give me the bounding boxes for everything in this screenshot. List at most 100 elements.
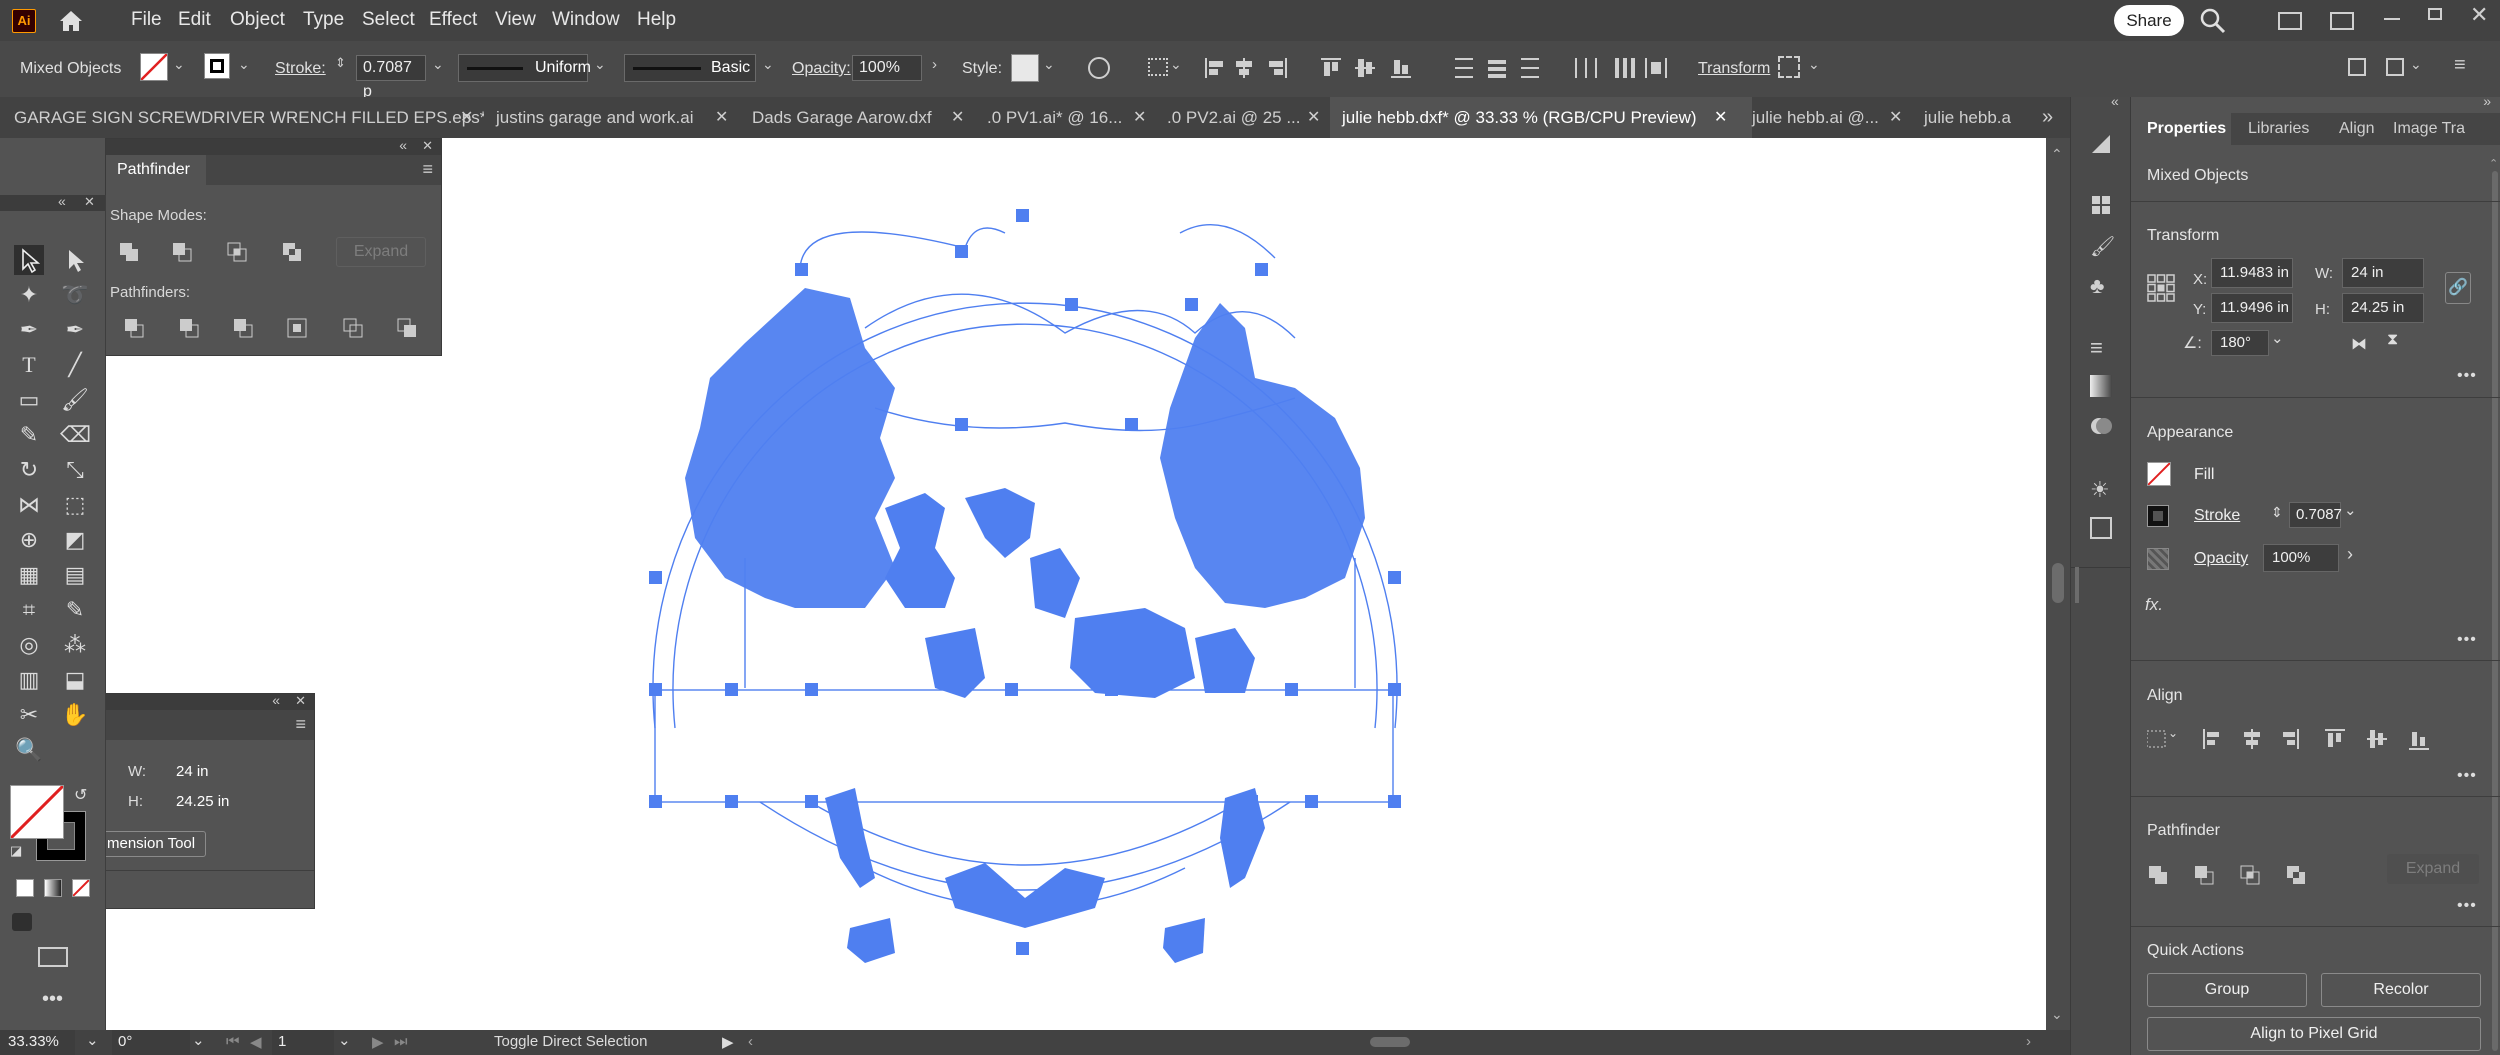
- chevron-down-icon[interactable]: ⌄: [2410, 57, 2422, 71]
- close-icon[interactable]: ✕: [295, 693, 306, 709]
- chevron-down-icon[interactable]: ⌄: [2271, 329, 2284, 347]
- scroll-thumb[interactable]: [1370, 1037, 1410, 1047]
- collapse-icon[interactable]: «: [2111, 93, 2119, 109]
- pathfinder-merge-button[interactable]: [232, 317, 254, 339]
- close-icon[interactable]: ✕: [2470, 2, 2488, 28]
- scroll-down-icon[interactable]: ⌄: [2051, 1006, 2063, 1023]
- menu-window[interactable]: Window: [552, 9, 620, 31]
- horizontal-scrollbar[interactable]: [770, 1035, 2025, 1049]
- first-artboard-icon[interactable]: ⏮: [226, 1033, 240, 1050]
- pathfinder-intersect-button[interactable]: [2239, 864, 2261, 886]
- scroll-up-icon[interactable]: ⌃: [2051, 146, 2063, 163]
- stroke-label[interactable]: Stroke: [2194, 507, 2240, 525]
- fx-label[interactable]: fx.: [2145, 595, 2163, 615]
- strip-scroll-thumb[interactable]: [2075, 567, 2079, 603]
- opacity-input[interactable]: 100%: [852, 55, 922, 81]
- pathfinder-minus-back-button[interactable]: [396, 317, 418, 339]
- stroke-swatch[interactable]: [204, 53, 230, 79]
- props-scrollbar[interactable]: ⌃: [2489, 157, 2499, 1051]
- expand-button[interactable]: Expand: [2387, 854, 2479, 884]
- minimize-icon[interactable]: [2384, 18, 2400, 20]
- y-input[interactable]: 11.9496 in: [2211, 293, 2293, 323]
- eyedropper-icon[interactable]: ✎: [60, 595, 90, 625]
- status-menu-icon[interactable]: ▶: [722, 1033, 734, 1051]
- chevron-right-icon[interactable]: ›: [932, 57, 937, 72]
- tab-image-trace[interactable]: Image Tra: [2393, 120, 2465, 138]
- pen-tool-icon[interactable]: ✒: [14, 315, 44, 345]
- graphic-style-swatch[interactable]: [1011, 54, 1039, 82]
- curvature-tool-icon[interactable]: ✒: [60, 315, 90, 345]
- tools-header[interactable]: « ✕: [0, 193, 105, 211]
- arrange-icon[interactable]: [2348, 58, 2366, 76]
- menu-help[interactable]: Help: [637, 9, 676, 31]
- panel-header[interactable]: « ✕: [106, 692, 314, 710]
- chevron-down-icon[interactable]: ⌄: [338, 1031, 351, 1049]
- h-input[interactable]: 24.25 in: [2342, 293, 2424, 323]
- more-options-icon[interactable]: •••: [2457, 897, 2477, 915]
- pathfinder-minus-front-button[interactable]: [2193, 864, 2215, 886]
- variable-width-profile[interactable]: Uniform: [458, 54, 591, 82]
- symbols-icon[interactable]: ♣: [2090, 273, 2112, 298]
- none-mode-button[interactable]: [72, 879, 90, 897]
- tab-document[interactable]: julie hebb.a: [1912, 97, 2024, 138]
- home-icon[interactable]: [56, 7, 86, 35]
- stroke-weight-input[interactable]: 0.7087 p: [356, 55, 426, 100]
- tab-document[interactable]: Dads Garage Aarow.dxf: [740, 97, 972, 138]
- chevron-right-icon[interactable]: ›: [2347, 544, 2353, 565]
- symbol-sprayer-icon[interactable]: ⁂: [60, 630, 90, 660]
- more-options-icon[interactable]: •••: [2457, 767, 2477, 785]
- blend-tool-icon[interactable]: ◎: [14, 630, 44, 660]
- chevron-down-icon[interactable]: ⌄: [432, 57, 444, 71]
- slice-tool-icon[interactable]: ✂: [14, 700, 44, 730]
- direct-selection-tool-icon[interactable]: [60, 245, 90, 275]
- chevron-down-icon[interactable]: ⌄: [1170, 57, 1182, 71]
- opacity-input[interactable]: 100%: [2263, 544, 2339, 572]
- pathfinder-unite-button[interactable]: [118, 241, 140, 263]
- more-options-icon[interactable]: •••: [2457, 367, 2477, 385]
- w-value[interactable]: 24 in: [176, 763, 209, 780]
- menu-file[interactable]: File: [131, 9, 162, 31]
- hand-tool-icon[interactable]: ✋: [60, 700, 90, 730]
- close-icon[interactable]: ✕: [951, 97, 964, 138]
- pathfinder-exclude-button[interactable]: [281, 241, 303, 263]
- fill-swatch[interactable]: [140, 53, 168, 81]
- vertical-scrollbar[interactable]: ⌃ ⌄: [2046, 138, 2070, 1030]
- isolate-icon[interactable]: [1778, 56, 1800, 78]
- chevron-down-icon[interactable]: ⌄: [238, 57, 250, 71]
- panel-menu-icon[interactable]: ≡: [295, 714, 306, 735]
- scroll-right-icon[interactable]: ›: [2026, 1033, 2031, 1050]
- transform-link[interactable]: Transform: [1698, 60, 1770, 78]
- stroke-panel-icon[interactable]: ≡: [2090, 335, 2112, 360]
- workspace-icon[interactable]: [2330, 12, 2354, 30]
- perspective-grid-icon[interactable]: ▦: [14, 560, 44, 590]
- close-icon[interactable]: ✕: [84, 194, 95, 210]
- close-icon[interactable]: ✕: [1889, 97, 1902, 138]
- menu-edit[interactable]: Edit: [178, 9, 211, 31]
- paintbrush-icon[interactable]: 🖌: [60, 385, 90, 415]
- tab-align[interactable]: Align: [2339, 120, 2375, 138]
- pathfinder-divide-button[interactable]: [123, 317, 145, 339]
- distribute-icon[interactable]: [1645, 55, 1667, 86]
- x-input[interactable]: 11.9483 in: [2211, 258, 2293, 288]
- tab-document[interactable]: julie hebb.ai @...: [1740, 97, 1902, 138]
- panel-tab[interactable]: Pathfinder: [106, 155, 206, 185]
- default-fill-stroke-icon[interactable]: ◪: [10, 843, 22, 859]
- selection-tool-icon[interactable]: [14, 245, 44, 275]
- draw-normal-icon[interactable]: [12, 913, 32, 931]
- chevron-down-icon[interactable]: ⌄: [2344, 501, 2357, 519]
- type-tool-icon[interactable]: T: [14, 350, 44, 380]
- align-to-selection-icon[interactable]: [1148, 58, 1168, 76]
- appearance-panel-icon[interactable]: ☀: [2090, 477, 2112, 502]
- width-tool-icon[interactable]: ⋈: [14, 490, 44, 520]
- free-transform-icon[interactable]: ⬚: [60, 490, 90, 520]
- zoom-tool-icon[interactable]: 🔍: [14, 735, 44, 765]
- pathfinder-intersect-button[interactable]: [226, 241, 248, 263]
- gradient-panel-icon[interactable]: [2090, 375, 2112, 397]
- recolor-artwork-icon[interactable]: [1088, 57, 1110, 79]
- menu-view[interactable]: View: [495, 9, 536, 31]
- next-artboard-icon[interactable]: ▶: [372, 1033, 384, 1051]
- close-icon[interactable]: ✕: [715, 97, 728, 138]
- tab-libraries[interactable]: Libraries: [2248, 120, 2309, 138]
- panel-header[interactable]: « ✕: [106, 137, 441, 155]
- collapse-icon[interactable]: «: [399, 137, 407, 153]
